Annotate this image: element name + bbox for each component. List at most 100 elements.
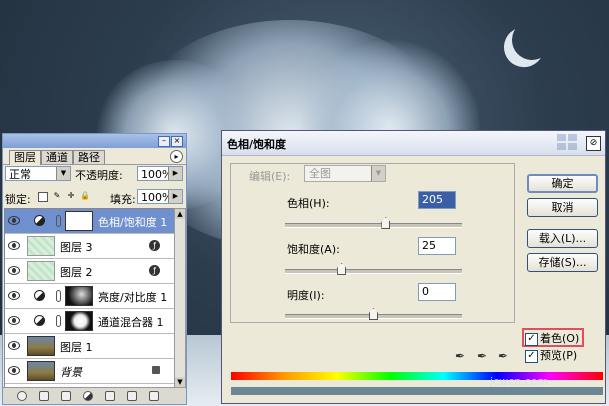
new-adjustment-icon[interactable] (83, 391, 93, 401)
windows-logo-icon (557, 134, 579, 152)
panel-menu-icon[interactable]: ▸ (170, 150, 183, 163)
scroll-down-icon[interactable]: ▼ (175, 377, 185, 387)
chevron-down-icon: ▼ (56, 167, 70, 180)
lock-label: 锁定: (5, 193, 31, 206)
watermark: jcwcn.com (490, 375, 549, 388)
chevron-right-icon[interactable]: ▶ (168, 190, 182, 203)
layer-name: 通道混合器 1 (98, 316, 164, 329)
eye-icon[interactable] (8, 266, 20, 275)
layer-mask-thumbnail[interactable] (65, 311, 93, 331)
lightness-slider[interactable] (285, 308, 462, 320)
add-style-icon[interactable] (39, 391, 49, 401)
lock-transparency-icon[interactable] (38, 192, 48, 202)
eyedropper-plus-icon[interactable]: ✒ (475, 349, 489, 363)
eye-icon[interactable] (8, 241, 20, 250)
lock-brush-icon[interactable]: ✎ (52, 192, 62, 202)
hue-saturation-dialog: 色相/饱和度 ⊘ 编辑(E): 全图 ▼ 色相(H): 205 饱和度(A): … (221, 130, 606, 404)
preview-label: 预览(P) (540, 349, 578, 362)
checkmark-icon[interactable]: ✓ (525, 349, 538, 363)
layer-name: 图层 3 (60, 241, 93, 254)
layer-mask-thumbnail[interactable] (65, 211, 93, 231)
hue-label: 色相(H): (287, 197, 330, 210)
layer-row[interactable]: 亮度/对比度 1 (5, 284, 176, 309)
chevron-down-icon: ▼ (371, 166, 385, 181)
layer-row[interactable]: 图层 2 ƒ (5, 259, 176, 284)
layer-style-icon[interactable]: ƒ (149, 265, 160, 276)
blend-mode-select[interactable]: 正常 ▼ (5, 166, 71, 181)
layer-thumbnail[interactable] (27, 261, 55, 281)
minimize-icon[interactable]: – (158, 136, 170, 147)
opacity-label: 不透明度: (75, 169, 123, 182)
fill-label: 填充: (110, 193, 136, 206)
panel-tabs: 图层 通道 路径 ▸ (3, 148, 186, 165)
new-layer-icon[interactable] (127, 391, 137, 401)
cancel-button[interactable]: 取消 (527, 198, 598, 217)
link-icon[interactable] (56, 215, 61, 227)
saturation-label: 饱和度(A): (287, 243, 340, 256)
edit-select[interactable]: 全图 ▼ (304, 165, 386, 182)
load-button[interactable]: 载入(L)... (527, 229, 598, 248)
link-icon[interactable] (56, 290, 61, 302)
lock-move-icon[interactable]: ✛ (66, 192, 76, 202)
colorize-label: 着色(O) (540, 332, 580, 345)
layer-list-scrollbar[interactable]: ▲ ▼ (174, 208, 186, 388)
new-group-icon[interactable] (105, 391, 115, 401)
lock-icon (152, 366, 160, 374)
eye-icon[interactable] (8, 316, 20, 325)
layer-row[interactable]: 图层 3 ƒ (5, 234, 176, 259)
ok-button[interactable]: 确定 (527, 174, 598, 193)
trash-icon[interactable] (149, 391, 159, 401)
checkmark-icon[interactable]: ✓ (525, 332, 538, 346)
eyedropper-icon[interactable]: ✒ (453, 349, 467, 363)
lock-all-icon[interactable]: 🔒 (80, 192, 90, 202)
adjusted-spectrum-bar (231, 387, 603, 395)
colorize-checkbox[interactable]: ✓ 着色(O) (525, 330, 579, 346)
close-icon[interactable]: ⊘ (586, 136, 601, 151)
chevron-right-icon[interactable]: ▶ (168, 167, 182, 180)
fill-input[interactable]: 100% ▶ (137, 189, 183, 204)
link-layers-icon[interactable] (17, 391, 27, 401)
tab-paths[interactable]: 路径 (73, 150, 105, 164)
layer-row[interactable]: 通道混合器 1 (5, 309, 176, 334)
hue-slider[interactable] (285, 217, 462, 229)
close-icon[interactable]: × (171, 136, 183, 147)
tab-channels[interactable]: 通道 (41, 150, 73, 164)
layers-panel-titlebar[interactable]: – × (3, 134, 186, 148)
eye-icon[interactable] (8, 366, 20, 375)
scroll-up-icon[interactable]: ▲ (175, 209, 185, 219)
opacity-input[interactable]: 100% ▶ (137, 166, 183, 181)
preview-checkbox[interactable]: ✓ 预览(P) (525, 347, 577, 363)
lightness-input[interactable]: 0 (418, 283, 456, 301)
layers-panel: – × 图层 通道 路径 ▸ 正常 ▼ 不透明度: 100% ▶ 锁定: ✎ ✛… (2, 133, 187, 405)
adjustment-layer-icon (34, 290, 45, 301)
saturation-slider[interactable] (285, 263, 462, 275)
lightness-label: 明度(I): (287, 289, 325, 302)
link-icon[interactable] (56, 315, 61, 327)
eye-icon[interactable] (8, 341, 20, 350)
save-button[interactable]: 存储(S)... (527, 253, 598, 272)
layer-thumbnail[interactable] (27, 361, 55, 381)
layer-row[interactable]: 背景 (5, 359, 176, 384)
dialog-title: 色相/饱和度 (227, 138, 287, 151)
layer-row[interactable]: 色相/饱和度 1 (5, 209, 176, 234)
saturation-input[interactable]: 25 (418, 237, 456, 255)
layer-thumbnail[interactable] (27, 336, 55, 356)
eye-icon[interactable] (8, 216, 20, 225)
eye-icon[interactable] (8, 291, 20, 300)
eyedropper-minus-icon[interactable]: ✒ (496, 349, 510, 363)
layer-name: 亮度/对比度 1 (98, 291, 168, 304)
layer-mask-thumbnail[interactable] (65, 286, 93, 306)
add-mask-icon[interactable] (61, 391, 71, 401)
layer-name: 图层 2 (60, 266, 93, 279)
layer-name: 色相/饱和度 1 (98, 216, 168, 229)
layer-style-icon[interactable]: ƒ (149, 240, 160, 251)
dialog-titlebar[interactable]: 色相/饱和度 ⊘ (222, 131, 605, 156)
layer-thumbnail[interactable] (27, 236, 55, 256)
layers-bottom-toolbar (3, 387, 186, 404)
blend-mode-value: 正常 (9, 168, 31, 181)
tab-layers[interactable]: 图层 (9, 150, 41, 165)
hue-input[interactable]: 205 (418, 191, 456, 209)
edit-label: 编辑(E): (249, 170, 291, 183)
layer-list: 色相/饱和度 1 图层 3 ƒ 图层 2 ƒ 亮度/对比度 1 通道混合器 1 … (4, 208, 177, 388)
layer-row[interactable]: 图层 1 (5, 334, 176, 359)
